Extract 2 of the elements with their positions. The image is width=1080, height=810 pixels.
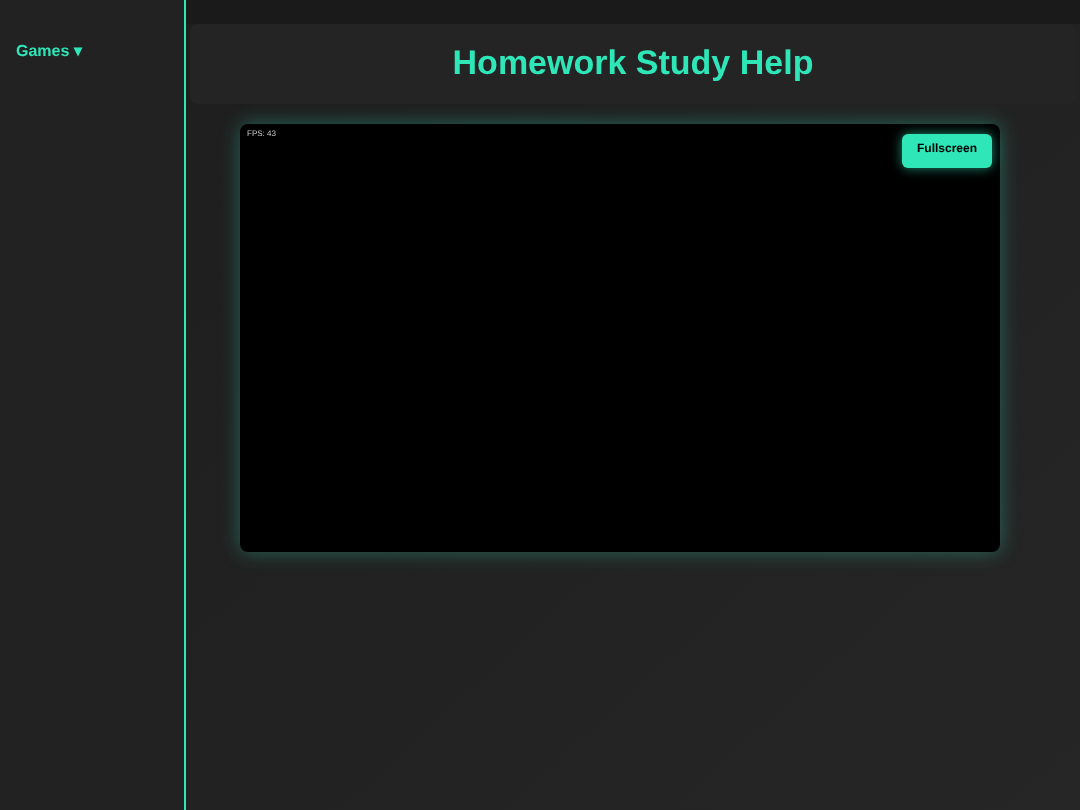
games-menu[interactable]: Games ▾ [16, 40, 82, 64]
page-title: Homework Study Help [452, 42, 814, 87]
